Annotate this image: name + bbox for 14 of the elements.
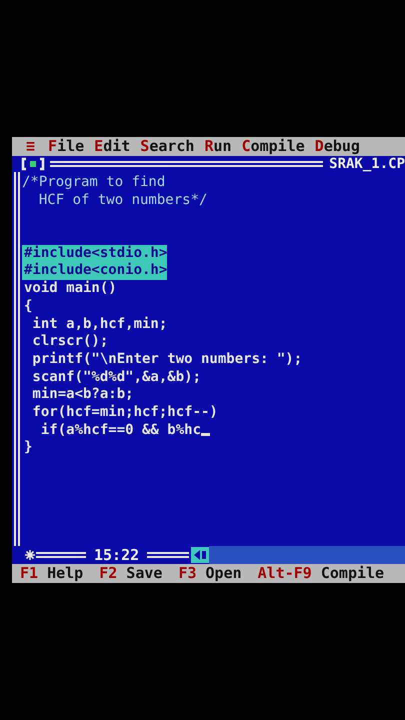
cursor-position: 15:22 bbox=[93, 546, 140, 564]
menu-item[interactable]: Edit bbox=[89, 137, 136, 156]
shortcut-item[interactable]: F3 Open bbox=[170, 564, 242, 583]
menu-item[interactable]: File bbox=[43, 137, 90, 156]
shortcut-item[interactable]: Alt-F9 Compile bbox=[250, 564, 384, 583]
shortcut-item[interactable]: F1 Help bbox=[12, 564, 84, 583]
scroll-left-icon[interactable] bbox=[191, 547, 210, 563]
system-menu-button[interactable]: ≡ bbox=[12, 137, 44, 156]
menu-item[interactable]: Search bbox=[135, 137, 200, 156]
file-name: SRAK_1.CP bbox=[329, 156, 405, 172]
menu-item[interactable]: Compile bbox=[236, 137, 310, 156]
menu-item[interactable]: Debug bbox=[310, 137, 365, 156]
shortcut-item[interactable]: F2 Save bbox=[91, 564, 162, 583]
menu-item[interactable]: Run bbox=[199, 137, 237, 156]
